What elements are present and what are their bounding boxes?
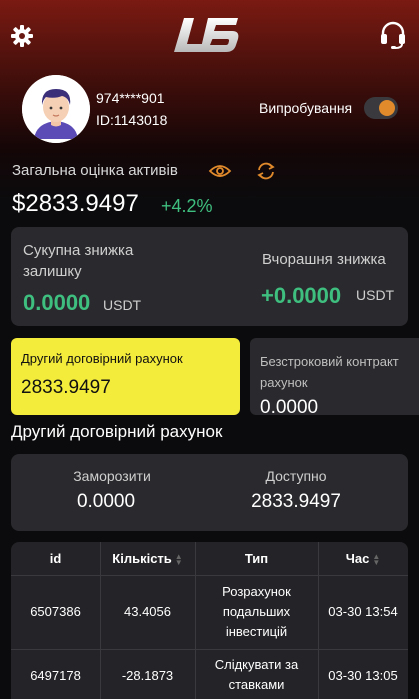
toggle-knob	[379, 100, 395, 116]
avatar[interactable]	[22, 75, 90, 143]
column-header-time[interactable]: Час ▲ ▼	[318, 542, 408, 575]
assets-change-percent: +4.2%	[161, 196, 213, 216]
total-loss-label: Сукупна знижка залишку	[23, 242, 134, 280]
sort-icon: ▲ ▼	[372, 551, 381, 567]
transactions-table: id Кількість ▲ ▼ Тип Час ▲ ▼ 6507386 43.4056…	[11, 542, 408, 699]
table-cell-id: 6507386	[30, 604, 81, 619]
table-cell-amount: 43.4056	[124, 604, 171, 619]
table-cell-id: 6497178	[30, 668, 81, 683]
username: 974****901	[96, 90, 165, 106]
account-tab-perpetual-contract[interactable]: Безстроковий контракт рахунок 0.0000	[250, 338, 419, 415]
yesterday-loss-value: +0.0000	[261, 283, 342, 308]
freeze-value: 0.0000	[76, 491, 136, 512]
column-header-amount[interactable]: Кількість ▲ ▼	[100, 542, 195, 575]
available-value: 2833.9497	[251, 491, 341, 512]
trial-mode-label: Випробування	[259, 100, 353, 116]
yesterday-loss-unit: USDT	[356, 287, 395, 303]
table-cell-time: 03-30 13:54	[328, 604, 398, 619]
app-logo	[170, 14, 242, 56]
gear-icon[interactable]	[10, 24, 34, 48]
yesterday-loss-label: Вчорашня знижка	[262, 251, 386, 268]
freeze-label: Заморозити	[73, 468, 151, 484]
user-id: ID:1143018	[96, 112, 168, 128]
account-tab-second-contract[interactable]: Другий договірний рахунок 2833.9497	[11, 338, 240, 415]
total-loss-value: 0.0000	[23, 290, 91, 315]
available-label: Доступно	[265, 468, 327, 484]
column-header-id: id	[49, 551, 62, 566]
account-tab-label: Безстроковий контракт рахунок	[260, 354, 399, 390]
table-cell-amount: -28.1873	[121, 668, 174, 683]
table-cell-type: Розрахунок подальших інвестицій	[222, 584, 291, 639]
assets-title: Загальна оцінка активів	[12, 162, 178, 179]
total-loss-unit: USDT	[103, 297, 142, 313]
refresh-icon[interactable]	[255, 160, 277, 182]
table-cell-type: Слідкувати за ставками	[214, 657, 299, 692]
sort-icon: ▲ ▼	[174, 551, 183, 567]
eye-icon[interactable]	[208, 162, 232, 180]
total-assets-value: $2833.9497	[12, 190, 139, 217]
column-header-type: Тип	[244, 551, 269, 566]
trial-mode-toggle[interactable]	[364, 97, 398, 119]
table-cell-time: 03-30 13:05	[328, 668, 398, 683]
account-tab-value: 2833.9497	[21, 377, 111, 398]
headset-icon[interactable]	[379, 20, 407, 50]
account-tab-value: 0.0000	[260, 397, 319, 415]
account-tab-label: Другий договірний рахунок	[21, 351, 183, 366]
section-title: Другий договірний рахунок	[11, 422, 223, 441]
